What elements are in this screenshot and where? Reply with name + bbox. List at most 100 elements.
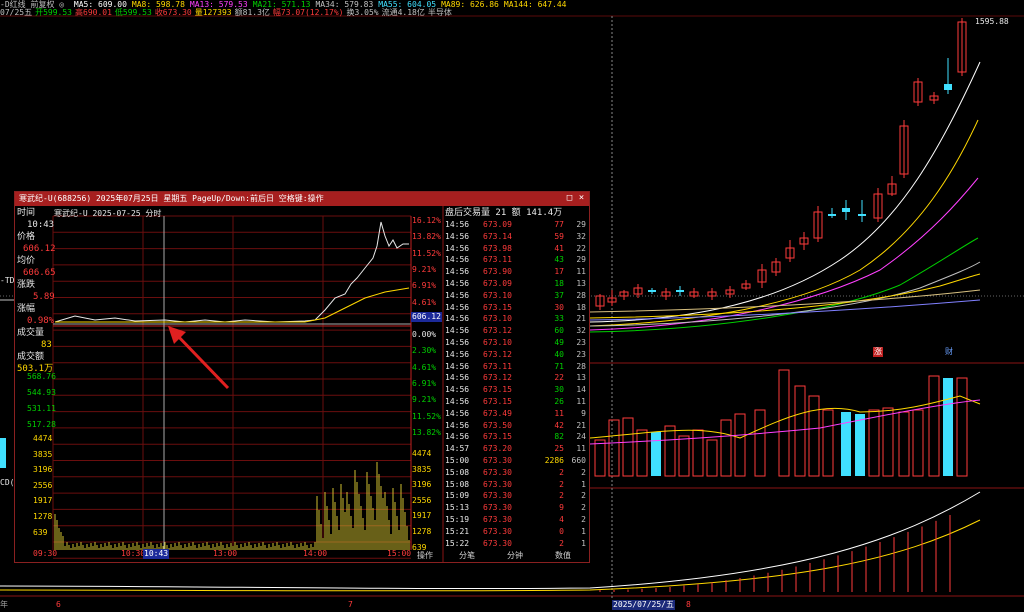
pct-axis-label: 4.61% xyxy=(412,297,437,307)
price-label: 价格 xyxy=(17,232,36,242)
trade-time: 14:56 xyxy=(445,255,470,265)
arrow-shaft xyxy=(172,330,230,390)
quote-item: 高690.01 xyxy=(75,8,112,17)
trade-count: 2 xyxy=(581,467,586,477)
trade-row: 14:56 673.09 18 13 xyxy=(443,279,588,289)
high-price-label: 1595.88 xyxy=(975,17,1009,26)
quote-item: 流通4.18亿 xyxy=(381,8,425,17)
volume-axis-label: 4474 xyxy=(33,434,53,443)
volume-bar xyxy=(778,369,790,477)
volume-bar xyxy=(608,419,620,477)
limit-up-marker[interactable]: 涨 xyxy=(873,347,883,357)
change-value: 5.89 xyxy=(33,292,55,302)
trade-price: 673.15 xyxy=(483,432,512,442)
trade-price: 673.30 xyxy=(483,538,512,548)
pct-axis-label: 9.21% xyxy=(412,395,437,405)
pct-axis-label: 13.82% xyxy=(412,427,441,437)
ma-line xyxy=(589,177,979,331)
quote-item: 量127393 xyxy=(194,8,232,17)
trade-count: 24 xyxy=(576,432,586,442)
trade-volume: 2 xyxy=(559,479,564,489)
trade-time: 15:21 xyxy=(445,526,470,536)
finance-marker[interactable]: 财 xyxy=(945,347,953,357)
trade-count: 11 xyxy=(576,267,586,277)
volume-bar xyxy=(678,435,690,477)
volume-bar xyxy=(720,419,732,477)
trade-row: 14:56 673.10 37 28 xyxy=(443,291,588,301)
trade-volume: 18 xyxy=(554,279,564,288)
pct-axis-label: 6.91% xyxy=(412,379,437,388)
trade-volume: 0 xyxy=(559,526,564,536)
trade-row: 14:56 673.49 11 9 xyxy=(443,409,588,419)
trade-price: 673.30 xyxy=(483,526,512,536)
trade-time: 14:56 xyxy=(445,420,470,430)
trade-volume: 30 xyxy=(554,385,564,395)
volume-bar xyxy=(622,417,634,477)
trade-time: 15:22 xyxy=(445,538,470,548)
quote-item: 收673.30 xyxy=(154,8,192,17)
current-price-tag: 606.12 xyxy=(411,312,442,322)
candle-body xyxy=(944,84,952,90)
popup-title-bar[interactable]: 寒武纪-U(688256) 2025年07月25日 星期五 PageUp/Dow… xyxy=(15,192,589,206)
trade-row: 15:21 673.30 0 1 xyxy=(443,527,588,537)
trade-time: 14:56 xyxy=(445,290,470,300)
volume-axis-label: 3196 xyxy=(33,465,53,475)
date-axis-aug: 8 xyxy=(686,600,691,609)
trade-volume: 22 xyxy=(554,373,564,383)
volume-axis-label: 3835 xyxy=(33,449,53,459)
maximize-button[interactable]: □ xyxy=(565,194,574,203)
price-axis-label: 544.93 xyxy=(27,388,56,397)
quote-item: 额81.3亿 xyxy=(234,8,270,17)
trade-time: 14:56 xyxy=(445,432,470,442)
quote-info-panel: 时间 10:43 价格 606.12 均价 606.65 涨跌 5.89 涨幅 … xyxy=(17,207,56,375)
trade-price: 673.15 xyxy=(483,397,512,406)
trade-price: 673.09 xyxy=(483,279,512,288)
volume-axis-label-right: 3835 xyxy=(412,464,432,474)
trade-row: 15:00 673.30 2286 660 xyxy=(443,456,588,466)
trade-count: 1 xyxy=(581,538,586,548)
trade-count: 2 xyxy=(581,503,586,513)
trade-row: 14:56 673.11 71 28 xyxy=(443,362,588,372)
pct-value: 0.98% xyxy=(27,316,55,326)
volume-bar xyxy=(734,413,746,477)
trade-price: 673.10 xyxy=(483,338,512,347)
tab-ticks[interactable]: 分笔 xyxy=(459,550,475,562)
volume-bar xyxy=(794,385,806,477)
tab-values[interactable]: 数值 xyxy=(555,550,571,562)
trade-time: 14:56 xyxy=(445,385,470,395)
trade-row: 14:56 673.15 82 24 xyxy=(443,432,588,442)
annotation-arrow xyxy=(168,326,230,390)
volume-axis-label: 2556 xyxy=(33,480,53,490)
trade-row: 15:13 673.30 9 2 xyxy=(443,503,588,513)
popup-title-text: 寒武纪-U(688256) 2025年07月25日 星期五 PageUp/Dow… xyxy=(19,194,324,203)
time-axis-label: 15:00 xyxy=(387,549,412,558)
volume-axis-label-right: 4474 xyxy=(412,449,432,458)
volume-value: 83 xyxy=(41,340,52,350)
trade-time: 14:56 xyxy=(445,220,470,229)
tab-minutes[interactable]: 分钟 xyxy=(507,550,523,562)
tab-operation[interactable]: 操作 xyxy=(417,550,433,562)
trade-price: 673.12 xyxy=(483,349,512,359)
volume-bar xyxy=(868,409,880,477)
change-label: 涨跌 xyxy=(17,280,36,290)
candle-body xyxy=(842,208,850,212)
intraday-popup-window[interactable]: 寒武纪-U(688256) 2025年07月25日 星期五 PageUp/Dow… xyxy=(14,191,590,563)
pct-axis-label: 9.21% xyxy=(412,264,437,274)
date-axis-jun: 6 xyxy=(56,600,61,609)
trade-count: 2 xyxy=(581,491,586,501)
close-button[interactable]: × xyxy=(577,194,586,203)
quote-item: 换3.05% xyxy=(346,8,379,17)
trade-time: 15:00 xyxy=(445,456,470,465)
trades-header: 盘后交易量 21 额 141.4万 xyxy=(445,208,563,218)
trade-ticks-panel[interactable]: 盘后交易量 21 额 141.4万 14:56 673.09 77 29 14:56 67… xyxy=(443,207,589,551)
trade-price: 673.11 xyxy=(483,255,512,265)
trade-count: 13 xyxy=(576,373,586,383)
trade-volume: 37 xyxy=(554,290,564,300)
date-axis-year: 年 xyxy=(0,600,8,609)
avg-value: 606.65 xyxy=(23,268,56,278)
pct-axis-label: 11.52% xyxy=(412,248,441,258)
volume-bar xyxy=(636,429,648,477)
trade-price: 673.11 xyxy=(483,361,512,371)
trade-volume: 49 xyxy=(554,338,564,347)
trade-price: 673.09 xyxy=(483,220,512,229)
